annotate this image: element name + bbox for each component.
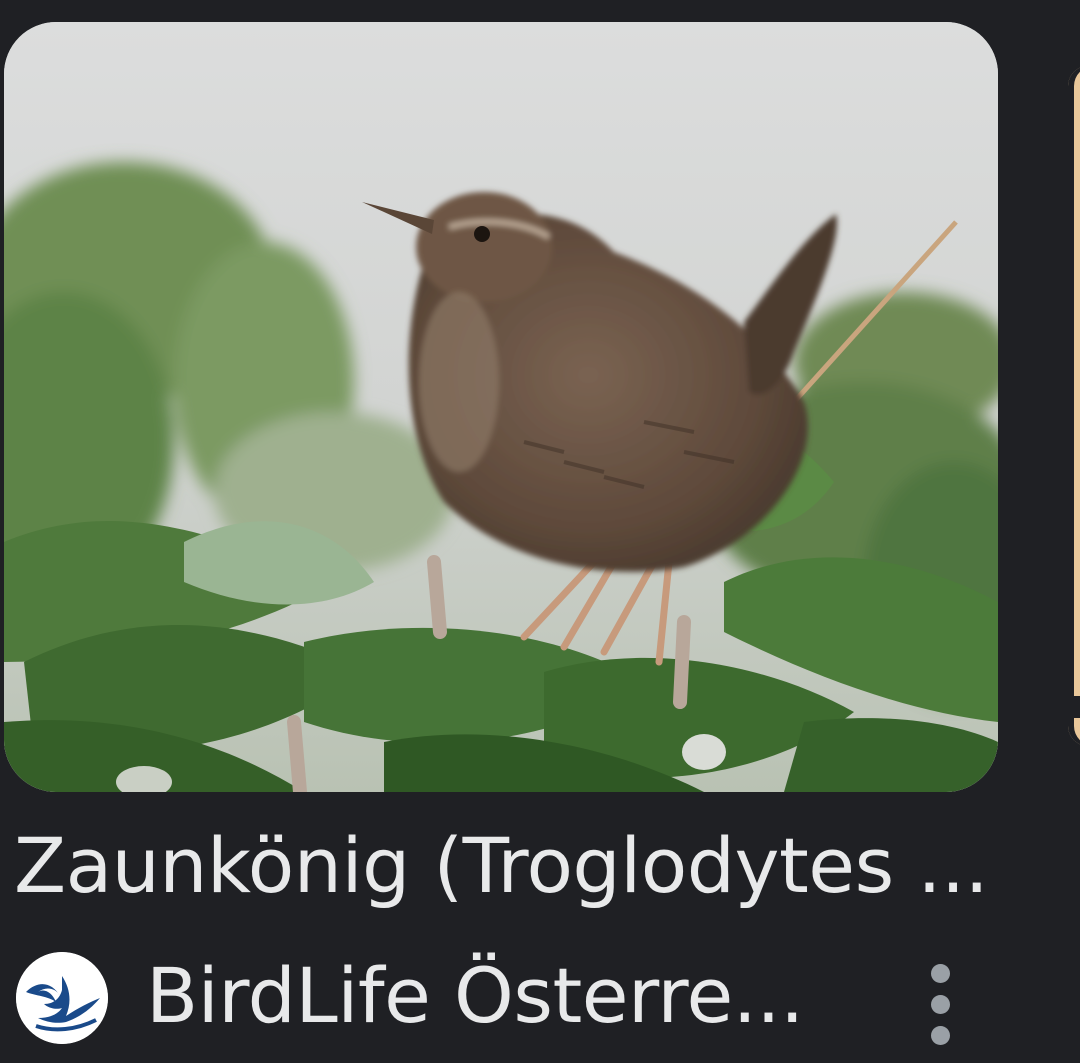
next-card-notch [1074,696,1080,718]
image-results-page: Zaunkönig (Troglodytes ... BirdLife Öste… [0,0,1080,1063]
result-source-row[interactable]: BirdLife Österre... [16,946,1066,1046]
source-name[interactable]: BirdLife Österre... [146,948,804,1044]
next-result-thumbnail-edge[interactable] [1068,66,1080,746]
birdlife-logo-icon [16,952,108,1044]
more-dot-middle [931,995,950,1014]
more-dot-top [931,964,950,983]
result-thumbnail[interactable] [4,22,998,792]
result-title[interactable]: Zaunkönig (Troglodytes ... [14,818,1014,914]
more-dot-bottom [931,1026,950,1045]
wren-photo [4,22,998,792]
more-vert-icon[interactable] [914,964,968,1046]
